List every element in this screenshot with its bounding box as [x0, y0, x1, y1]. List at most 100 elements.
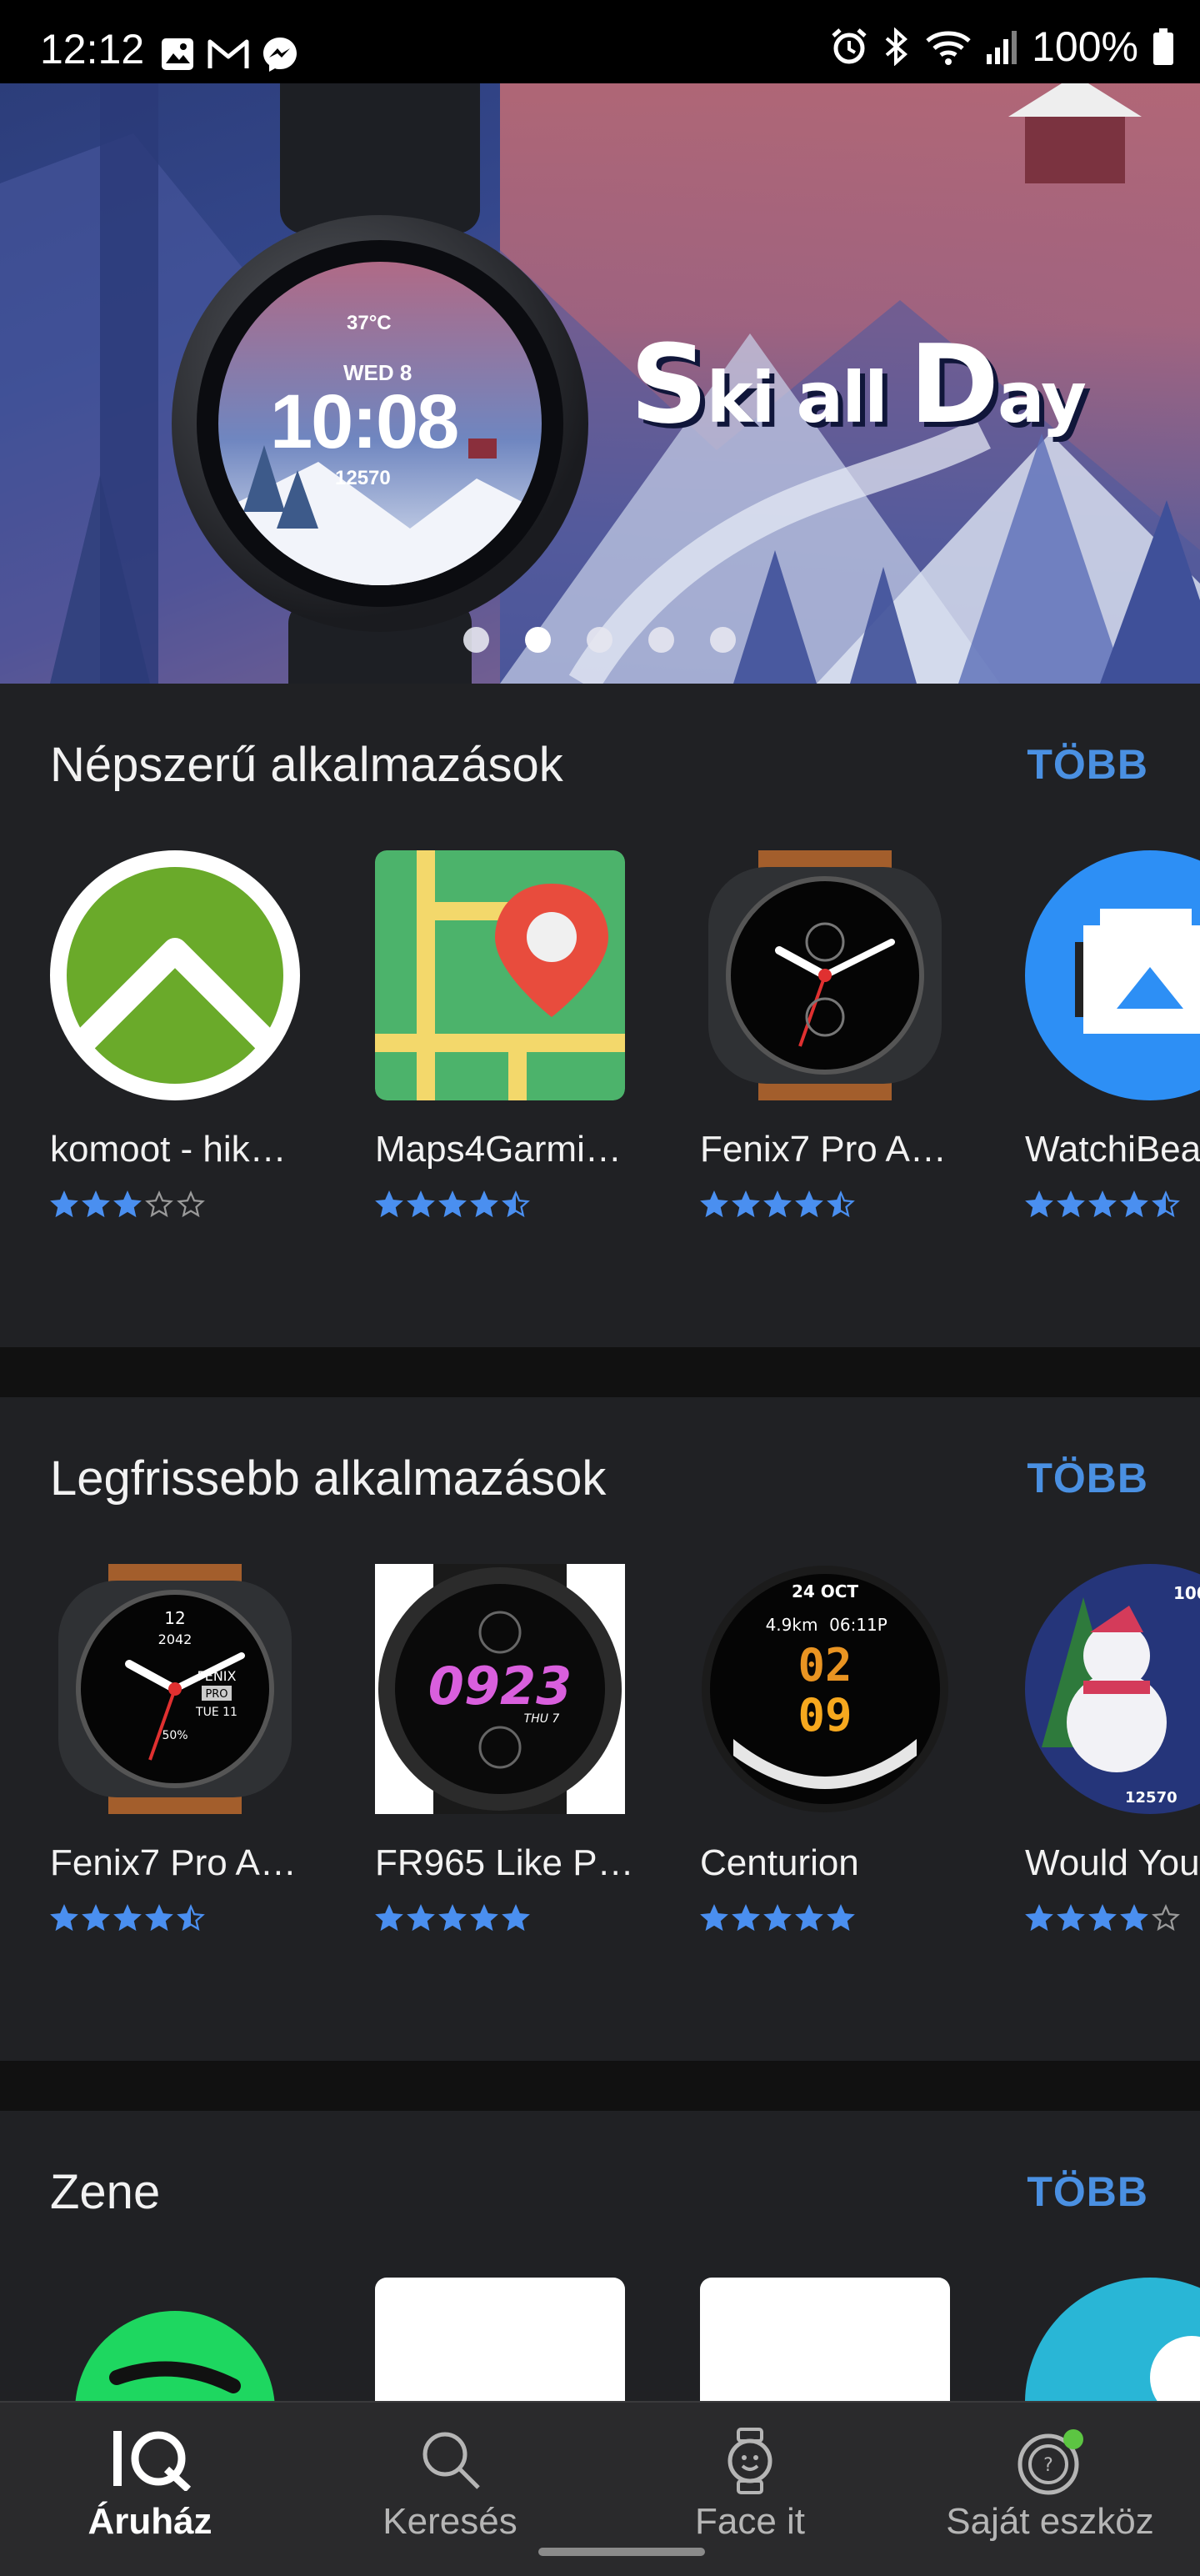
pixel-cloud-icon — [1025, 850, 1200, 1100]
hero-banner[interactable]: 37°C WED 8 10:08 12570 99+ Ski all Day — [0, 83, 1200, 684]
app-tile-spotify[interactable] — [75, 2311, 275, 2401]
watch-face-icon — [728, 2428, 772, 2494]
nav-item-my-device[interactable]: ? Saját eszköz — [900, 2403, 1200, 2576]
hero-title: Ski all Day — [630, 321, 1087, 448]
app-name[interactable]: Fenix7 Pro A… — [700, 1129, 947, 1170]
app-name[interactable]: Would You — [1025, 1842, 1200, 1884]
fenix-date: TUE 11 — [195, 1706, 238, 1719]
centurion-sun: 06:11P — [829, 1615, 888, 1635]
latest-apps-section: Legfrissebb alkalmazások TÖBB 12 2042 FE… — [0, 1397, 1200, 2061]
rating-stars — [50, 1904, 205, 1932]
star-icon — [1152, 1190, 1180, 1218]
alarm-icon — [832, 28, 867, 64]
rating-stars — [50, 1190, 205, 1219]
app-tile-amazon-music[interactable] — [700, 2278, 950, 2401]
hero-title-part: D — [909, 321, 999, 448]
status-left-icons — [160, 33, 298, 75]
star-icon — [732, 1904, 760, 1932]
star-icon — [1152, 1904, 1180, 1932]
star-icon — [470, 1904, 498, 1932]
rating-stars — [1025, 1190, 1180, 1219]
nav-label: Face it — [694, 2501, 806, 2542]
app-name[interactable]: FR965 Like P… — [375, 1842, 634, 1884]
nav-label: Saját eszköz — [946, 2501, 1154, 2542]
fr965-day: THU 7 — [524, 1712, 560, 1726]
star-icon — [1088, 1904, 1117, 1932]
watch-temperature: 37°C — [347, 312, 392, 334]
star-icon — [50, 1190, 78, 1218]
app-tile-would-you[interactable]: 100 12570 — [1025, 1564, 1200, 1814]
status-bar: 12:12 100% — [0, 0, 1200, 83]
star-icon — [177, 1190, 205, 1218]
star-icon — [438, 1190, 467, 1218]
carousel-dots — [463, 627, 736, 653]
carousel-dot[interactable] — [710, 627, 736, 653]
app-tile-fenix7-pro[interactable] — [700, 850, 950, 1100]
spotify-icon — [75, 2311, 275, 2401]
app-name[interactable]: komoot - hik… — [50, 1129, 287, 1170]
app-tile-deezer[interactable] — [375, 2278, 625, 2401]
star-icon — [113, 1190, 142, 1218]
wy-heart-rate: 100 — [1173, 1583, 1200, 1603]
cloud-icon — [1025, 2278, 1200, 2401]
search-icon — [422, 2432, 480, 2489]
app-tile-komoot[interactable] — [50, 850, 300, 1100]
nav-item-store[interactable]: Áruház — [0, 2403, 300, 2576]
watch-steps: 12570 — [335, 467, 391, 489]
fenix-pro: PRO — [205, 1688, 228, 1701]
svg-text:12: 12 — [164, 1608, 185, 1628]
star-icon — [763, 1190, 792, 1218]
star-icon — [795, 1904, 823, 1932]
star-icon — [145, 1904, 173, 1932]
star-icon — [827, 1190, 855, 1218]
fr965-time: 0923 — [428, 1656, 572, 1716]
app-tile-fr965[interactable]: 0923 THU 7 — [375, 1564, 625, 1814]
star-icon — [502, 1904, 530, 1932]
battery-icon — [1153, 28, 1173, 65]
app-tile-fenix7-pro[interactable]: 12 2042 FENIX PRO TUE 11 50% — [50, 1564, 300, 1814]
more-link[interactable]: TÖBB — [1027, 1454, 1148, 1502]
app-tile-watchibea[interactable] — [1025, 850, 1200, 1100]
watch-face-snowman-icon: 100 12570 — [1025, 1564, 1200, 1814]
rating-stars — [375, 1904, 530, 1932]
centurion-hour: 02 — [798, 1639, 852, 1691]
svg-text:?: ? — [1043, 2455, 1053, 2476]
centurion-min: 09 — [798, 1689, 852, 1742]
wifi-icon — [926, 31, 971, 65]
more-link[interactable]: TÖBB — [1027, 740, 1148, 789]
carousel-dot[interactable] — [587, 627, 612, 653]
star-icon — [1025, 1190, 1053, 1218]
messenger-icon — [263, 38, 297, 72]
star-icon — [1120, 1904, 1148, 1932]
app-tile-cloud-music[interactable] — [1025, 2278, 1200, 2401]
star-icon — [82, 1190, 110, 1218]
app-name[interactable]: Fenix7 Pro A… — [50, 1842, 297, 1884]
signal-icon — [987, 31, 1018, 64]
nav-label: Áruház — [88, 2501, 212, 2542]
watch-notifications: 99+ — [263, 570, 298, 585]
watch-face-centurion-icon: 24 OCT 4.9km 06:11P 02 09 — [702, 1566, 948, 1812]
centurion-date: 24 OCT — [792, 1581, 858, 1601]
gallery-icon — [162, 38, 193, 70]
watch-face-fr965-icon: 0923 THU 7 — [375, 1564, 625, 1814]
gmail-icon — [208, 39, 249, 68]
more-link[interactable]: TÖBB — [1027, 2168, 1148, 2216]
app-name[interactable]: Centurion — [700, 1842, 859, 1884]
section-title: Zene — [50, 2165, 161, 2219]
nav-label: Keresés — [382, 2501, 518, 2542]
home-indicator[interactable] — [538, 2548, 705, 2556]
star-icon — [438, 1904, 467, 1932]
app-tile-maps4garmin[interactable] — [375, 850, 625, 1100]
centurion-dist: 4.9km — [766, 1615, 818, 1635]
carousel-dot[interactable] — [648, 627, 674, 653]
app-tile-centurion[interactable]: 24 OCT 4.9km 06:11P 02 09 — [700, 1564, 950, 1814]
star-icon — [145, 1190, 173, 1218]
iq-logo-icon — [113, 2431, 192, 2491]
carousel-dot-active[interactable] — [525, 627, 551, 653]
hero-title-part: S — [630, 321, 708, 448]
star-icon — [375, 1904, 403, 1932]
app-name[interactable]: WatchiBea — [1025, 1129, 1200, 1170]
app-name[interactable]: Maps4Garmi… — [375, 1129, 622, 1170]
carousel-dot[interactable] — [463, 627, 489, 653]
rating-stars — [700, 1190, 855, 1219]
